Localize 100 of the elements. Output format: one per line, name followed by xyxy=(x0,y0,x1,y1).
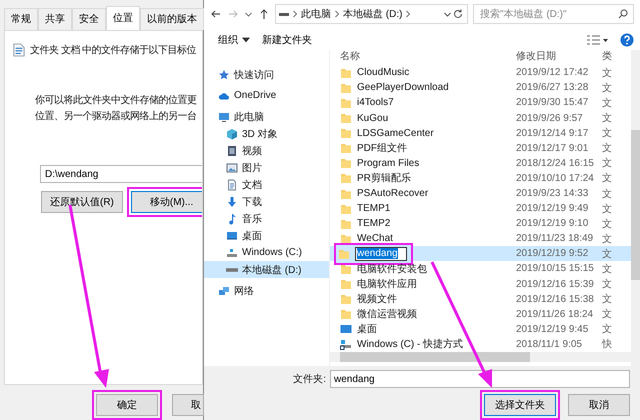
folder-icon xyxy=(340,127,352,140)
help-icon[interactable] xyxy=(620,32,634,47)
file-date: 2019/12/16 15:38 xyxy=(516,294,595,305)
file-type: 文 xyxy=(602,96,613,110)
file-name: Windows (C) - 快捷方式 xyxy=(357,338,464,352)
dialog-button[interactable]: 确定 xyxy=(96,394,158,416)
nav-item[interactable]: Windows (C:) xyxy=(204,244,329,262)
tab[interactable]: 以前的版本 xyxy=(140,8,204,30)
file-row[interactable]: i4Tools7 2019/9/30 15:47 文 xyxy=(330,95,631,110)
column-header[interactable]: 修改日期 xyxy=(516,51,602,64)
file-type: 文 xyxy=(602,232,613,246)
column-header[interactable]: 类 xyxy=(602,51,616,64)
tab[interactable]: 位置 xyxy=(106,6,140,30)
file-row[interactable]: 电脑软件安装包 2019/10/15 15:15 文 xyxy=(330,261,631,277)
chevron-right-icon xyxy=(292,10,298,18)
tab[interactable]: 共享 xyxy=(38,8,72,30)
up-arrow-icon[interactable] xyxy=(258,8,270,20)
refresh-icon[interactable] xyxy=(452,8,464,20)
nav-item[interactable]: 音乐 xyxy=(204,210,329,228)
file-date: 2019/11/23 18:49 xyxy=(516,233,594,244)
drive-icon xyxy=(226,246,238,259)
search-box[interactable]: 搜索"本地磁盘 (D:)" xyxy=(473,4,634,24)
nav-item[interactable]: OneDrive xyxy=(204,87,329,104)
file-name: CloudMusic xyxy=(357,67,410,78)
file-row[interactable]: 桌面 2019/12/19 9:45 文 xyxy=(330,322,631,337)
tab[interactable]: 常规 xyxy=(4,8,38,30)
file-type: 文 xyxy=(602,172,613,186)
file-row[interactable]: TEMP2 2019/12/19 9:10 文 xyxy=(330,216,631,232)
file-name: 电脑软件应用 xyxy=(357,278,417,292)
file-name: 电脑软件安装包 xyxy=(357,262,427,276)
view-options-icon[interactable] xyxy=(586,34,608,45)
file-name: WeChat xyxy=(357,233,393,244)
breadcrumb-item[interactable]: 本地磁盘 (D:) xyxy=(343,7,402,22)
nav-item[interactable]: 图片 xyxy=(204,159,329,176)
file-row[interactable]: WeChat 2019/11/23 18:49 文 xyxy=(330,231,631,246)
file-row[interactable]: LDSGameCenter 2019/12/14 9:17 文 xyxy=(330,126,631,141)
address-bar[interactable]: 此电脑 本地磁盘 (D:) xyxy=(275,4,468,24)
nav-item[interactable]: 3D 对象 xyxy=(204,125,329,142)
file-row[interactable]: Windows (C) - 快捷方式 2018/11/1 9:05 快 xyxy=(330,336,631,352)
file-row[interactable]: 电脑软件应用 2019/12/16 15:39 文 xyxy=(330,276,631,292)
path-field[interactable]: D:\wendang xyxy=(40,165,202,183)
file-row[interactable]: 微信运营视频 2019/11/26 18:24 文 xyxy=(330,306,631,322)
nav-item[interactable]: 文档 xyxy=(204,176,329,194)
nav-item[interactable]: 此电脑 xyxy=(204,108,329,126)
file-name: LDSGameCenter xyxy=(357,128,434,139)
column-header[interactable]: 名称 xyxy=(330,51,516,64)
folder-icon xyxy=(340,202,352,215)
file-name: i4Tools7 xyxy=(357,97,394,108)
file-row[interactable]: TEMP1 2019/12/19 9:49 文 xyxy=(330,201,631,216)
picture-icon xyxy=(226,162,238,174)
file-name: 微信运营视频 xyxy=(357,308,417,322)
file-date: 2019/9/30 15:47 xyxy=(516,97,590,108)
folder-icon xyxy=(340,188,352,200)
folder-name-field[interactable]: wendang xyxy=(330,370,630,388)
description-text: 你可以将此文件夹中文件存储的位置更 位置、另一个驱动器或网络上的另一台 xyxy=(35,94,198,124)
file-row[interactable]: CloudMusic 2019/9/12 17:42 文 xyxy=(330,65,631,80)
file-type: 文 xyxy=(602,278,613,292)
file-type: 文 xyxy=(602,112,613,126)
document-icon xyxy=(13,43,25,57)
file-date: 2019/10/15 15:15 xyxy=(516,263,595,274)
file-type: 文 xyxy=(602,66,613,80)
file-row[interactable]: 视频文件 2019/12/16 15:38 文 xyxy=(330,292,631,307)
file-row[interactable]: KuGou 2019/9/26 9:57 文 xyxy=(330,110,631,126)
file-row[interactable]: GeePlayerDownload 2019/6/27 13:28 文 xyxy=(330,80,631,96)
dialog-button[interactable]: 取 xyxy=(172,394,204,416)
network-icon xyxy=(218,284,230,297)
nav-item[interactable]: 视频 xyxy=(204,142,329,160)
file-date: 2019/12/17 9:01 xyxy=(516,142,590,154)
nav-item[interactable]: 网络 xyxy=(204,282,329,300)
dialog-button[interactable]: 选择文件夹 xyxy=(484,394,556,416)
file-row[interactable]: PSAutoRecover 2019/9/23 14:33 文 xyxy=(330,186,631,202)
file-name: PR剪辑配乐 xyxy=(357,172,411,186)
dialog-button[interactable]: 移动(M)... xyxy=(130,191,202,213)
file-date: 2018/12/24 16:15 xyxy=(516,158,595,169)
breadcrumb-item[interactable]: 此电脑 xyxy=(301,7,331,22)
nav-item[interactable]: 快速访问 xyxy=(204,66,329,84)
vertical-scrollbar[interactable] xyxy=(631,50,640,366)
chevron-down-icon[interactable] xyxy=(443,10,452,18)
file-row[interactable]: PDF组文件 2019/12/17 9:01 文 xyxy=(330,140,631,156)
dialog-button[interactable]: 取消 xyxy=(568,394,630,416)
rename-field[interactable]: wendang xyxy=(355,246,407,261)
file-row[interactable]: Program Files 2018/12/24 16:15 文 xyxy=(330,156,631,171)
file-date: 2019/12/19 9:45 xyxy=(516,324,590,335)
nav-item[interactable]: 桌面 xyxy=(204,227,329,244)
nav-item[interactable]: 下载 xyxy=(204,193,329,210)
field-label: 文件夹: xyxy=(293,372,326,386)
file-name: TEMP1 xyxy=(357,203,390,214)
file-type: 文 xyxy=(602,82,613,95)
dialog-button[interactable]: 还原默认值(R) xyxy=(41,191,123,213)
organize-menu[interactable]: 组织 xyxy=(218,32,250,47)
folder-icon xyxy=(340,157,352,170)
file-date: 2019/12/19 9:52 xyxy=(516,248,590,260)
cube-icon xyxy=(226,128,238,140)
chevron-down-icon[interactable] xyxy=(244,10,253,18)
nav-item[interactable]: 本地磁盘 (D:) xyxy=(204,261,329,278)
toolbar-button[interactable]: 新建文件夹 xyxy=(262,32,312,47)
file-row[interactable]: PR剪辑配乐 2019/10/10 17:24 文 xyxy=(330,170,631,186)
horizontal-scrollbar[interactable] xyxy=(330,352,631,362)
tab[interactable]: 安全 xyxy=(72,8,106,30)
file-name: KuGou xyxy=(357,112,388,124)
